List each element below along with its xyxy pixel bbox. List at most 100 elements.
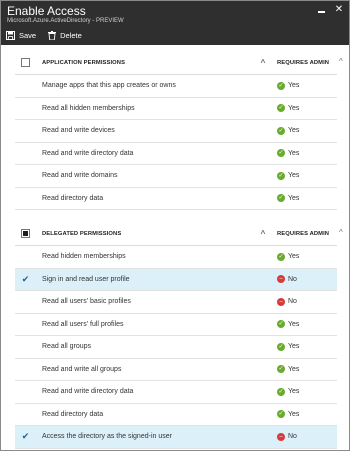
requires-admin-status: ✓ Yes <box>277 81 337 90</box>
requires-admin-column-header: REQUIRES ADMIN <box>277 59 330 66</box>
row-checkbox[interactable] <box>21 297 30 306</box>
application-permissions-header: APPLICATION PERMISSIONS ^ REQUIRES ADMIN <box>15 51 337 75</box>
sort-icon[interactable]: ^ <box>255 229 271 238</box>
permission-row[interactable]: Read and write domains ✓ Yes <box>15 165 337 188</box>
minimize-button[interactable] <box>314 4 328 16</box>
status-text: Yes <box>288 172 300 180</box>
application-select-all-checkbox[interactable] <box>21 58 30 67</box>
check-circle-icon: ✓ <box>277 252 285 261</box>
application-permissions-title: APPLICATION PERMISSIONS <box>42 59 126 66</box>
requires-admin-status: ✓ Yes <box>277 171 337 180</box>
delegated-permissions-title: DELEGATED PERMISSIONS <box>42 230 122 237</box>
application-permissions-section: APPLICATION PERMISSIONS ^ REQUIRES ADMIN… <box>15 51 337 210</box>
row-checkbox[interactable] <box>21 252 30 261</box>
requires-admin-status: – No <box>277 297 337 306</box>
checkmark-icon[interactable]: ✔ <box>21 431 30 441</box>
requires-admin-status: ✓ Yes <box>277 320 337 329</box>
row-checkbox[interactable] <box>21 171 30 180</box>
check-circle-icon: ✓ <box>277 194 285 203</box>
permission-label: Read all hidden memberships <box>42 104 135 112</box>
requires-admin-status: ✓ Yes <box>277 342 337 351</box>
requires-admin-status: ✓ Yes <box>277 104 337 113</box>
delete-button[interactable]: Delete <box>48 30 82 40</box>
status-text: Yes <box>288 388 300 396</box>
collapse-application-icon[interactable]: ^ <box>339 57 343 66</box>
requires-admin-column-header: REQUIRES ADMIN <box>277 230 330 237</box>
check-circle-icon: ✓ <box>277 342 285 351</box>
requires-admin-status: ✓ Yes <box>277 387 337 396</box>
permission-row[interactable]: Read hidden memberships ✓ Yes <box>15 246 337 269</box>
permission-label: Access the directory as the signed-in us… <box>42 433 172 441</box>
row-checkbox[interactable] <box>21 126 30 135</box>
permission-row[interactable]: Read all hidden memberships ✓ Yes <box>15 98 337 120</box>
status-text: Yes <box>288 253 300 261</box>
permission-row[interactable]: ✔ Access the directory as the signed-in u… <box>15 426 337 449</box>
check-circle-icon: ✓ <box>277 104 285 113</box>
row-checkbox[interactable] <box>21 194 30 203</box>
row-checkbox[interactable] <box>21 342 30 351</box>
check-circle-icon: ✓ <box>277 126 285 135</box>
status-text: Yes <box>288 343 300 351</box>
permission-label: Manage apps that this app creates or own… <box>42 82 176 90</box>
close-icon: ✕ <box>334 4 344 15</box>
delegated-permissions-header: DELEGATED PERMISSIONS ^ REQUIRES ADMIN <box>15 222 337 246</box>
status-text: Yes <box>288 410 300 418</box>
permission-row[interactable]: Read and write directory data ✓ Yes <box>15 143 337 165</box>
row-checkbox[interactable] <box>21 320 30 329</box>
permission-row[interactable]: Read directory data ✓ Yes <box>15 188 337 210</box>
delete-label: Delete <box>60 30 82 40</box>
requires-admin-status: ✓ Yes <box>277 126 337 135</box>
status-text: Yes <box>288 82 300 90</box>
command-bar: Save Delete <box>6 29 82 41</box>
permission-label: Read and write directory data <box>42 388 134 396</box>
row-checkbox[interactable] <box>21 104 30 113</box>
requires-admin-status: ✓ Yes <box>277 149 337 158</box>
permission-row[interactable]: Read and write directory data ✓ Yes <box>15 381 337 404</box>
requires-admin-status: – No <box>277 275 337 284</box>
status-text: No <box>288 275 297 283</box>
status-text: No <box>288 298 297 306</box>
collapse-delegated-icon[interactable]: ^ <box>339 228 343 237</box>
permission-label: Read hidden memberships <box>42 253 126 261</box>
row-checkbox[interactable] <box>21 149 30 158</box>
requires-admin-status: ✓ Yes <box>277 252 337 261</box>
permission-row[interactable]: Read and write all groups ✓ Yes <box>15 359 337 381</box>
check-circle-icon: ✓ <box>277 365 285 374</box>
delegated-select-all-checkbox[interactable] <box>21 229 30 238</box>
permission-label: Read all users' basic profiles <box>42 298 131 306</box>
row-checkbox[interactable] <box>21 81 30 90</box>
sort-icon[interactable]: ^ <box>255 58 271 67</box>
checkmark-icon[interactable]: ✔ <box>21 274 30 284</box>
page-title: Enable Access <box>7 4 86 18</box>
requires-admin-status: – No <box>277 432 337 441</box>
permission-row[interactable]: Read all users' basic profiles – No <box>15 291 337 314</box>
permission-row[interactable]: Manage apps that this app creates or own… <box>15 75 337 98</box>
permission-label: Sign in and read user profile <box>42 275 130 283</box>
blocked-circle-icon: – <box>277 297 285 306</box>
close-button[interactable]: ✕ <box>332 4 346 16</box>
permission-label: Read and write all groups <box>42 365 122 373</box>
permission-row[interactable]: Read directory data ✓ Yes <box>15 404 337 426</box>
permission-row[interactable]: Read all groups ✓ Yes <box>15 336 337 359</box>
save-icon <box>6 30 15 40</box>
status-text: Yes <box>288 320 300 328</box>
status-text: Yes <box>288 149 300 157</box>
row-checkbox[interactable] <box>21 365 30 374</box>
row-checkbox[interactable] <box>21 410 30 419</box>
delegated-permissions-section: DELEGATED PERMISSIONS ^ REQUIRES ADMIN R… <box>15 222 337 449</box>
row-checkbox[interactable] <box>21 387 30 396</box>
blocked-circle-icon: – <box>277 432 285 441</box>
permission-row[interactable]: Read all users' full profiles ✓ Yes <box>15 314 337 336</box>
permission-row[interactable]: ✔ Sign in and read user profile – No <box>15 268 337 291</box>
permission-label: Read directory data <box>42 410 104 418</box>
requires-admin-status: ✓ Yes <box>277 194 337 203</box>
status-text: Yes <box>288 104 300 112</box>
minimize-icon <box>317 11 325 13</box>
check-circle-icon: ✓ <box>277 81 285 90</box>
save-label: Save <box>19 30 37 40</box>
save-button[interactable]: Save <box>6 30 37 40</box>
status-text: Yes <box>288 127 300 135</box>
page-subtitle: Microsoft.Azure.ActiveDirectory - PREVIE… <box>7 18 124 24</box>
permission-row[interactable]: Read and write devices ✓ Yes <box>15 120 337 143</box>
status-text: No <box>288 433 297 441</box>
